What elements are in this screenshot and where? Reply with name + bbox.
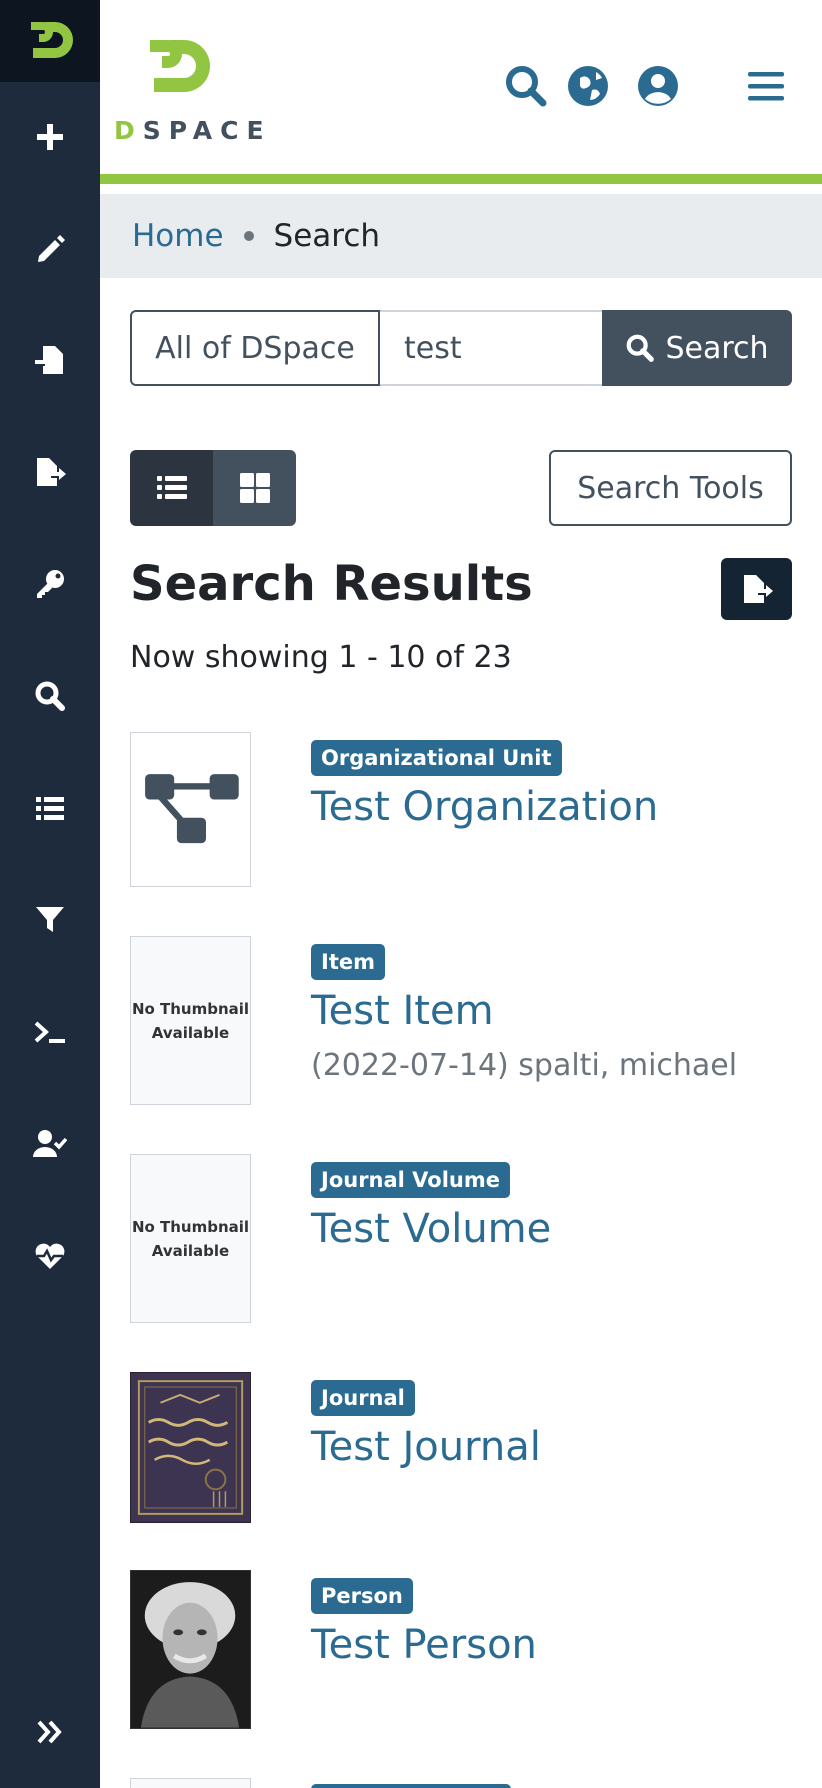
sidebar-workflow-button[interactable]: [0, 1104, 100, 1184]
result-thumbnail[interactable]: [130, 732, 251, 887]
no-thumbnail-text: No Thumbnail Available: [131, 1217, 250, 1260]
list-view-button[interactable]: [130, 450, 213, 526]
search-icon: [35, 681, 65, 711]
result-type-badge: Journal Volume: [311, 1162, 510, 1198]
export-results-button[interactable]: [721, 558, 792, 620]
result-item: Organizational Unit Test Organization: [130, 732, 792, 888]
search-tools-button[interactable]: Search Tools: [549, 450, 792, 526]
terminal-icon: [34, 1021, 65, 1043]
search-input[interactable]: [380, 310, 602, 386]
sidebar-add-button[interactable]: [0, 97, 100, 177]
heartbeat-icon: [35, 1243, 65, 1269]
user-check-icon: [33, 1130, 67, 1157]
sidebar-processes-button[interactable]: [0, 992, 100, 1072]
result-type-badge: [311, 1784, 511, 1788]
results-count: Now showing 1 - 10 of 23: [130, 640, 512, 675]
header-search-button[interactable]: [504, 64, 548, 108]
result-type-badge: Journal: [311, 1380, 415, 1416]
search-submit-button[interactable]: Search: [602, 310, 792, 386]
result-title-link[interactable]: Test Item: [311, 988, 494, 1034]
user-menu-button[interactable]: [636, 64, 680, 108]
sidebar-export-button[interactable]: [0, 432, 100, 512]
result-thumbnail[interactable]: [130, 1778, 251, 1788]
list-view-icon: [156, 476, 187, 499]
result-item: Journal Test Journal: [130, 1372, 792, 1524]
sidebar-expand-button[interactable]: [0, 1692, 100, 1772]
language-switch-button[interactable]: [566, 64, 610, 108]
user-circle-icon: [638, 66, 678, 106]
result-title-link[interactable]: Test Volume: [311, 1206, 551, 1252]
result-thumbnail[interactable]: [130, 1570, 251, 1729]
results-heading: Search Results: [130, 556, 533, 612]
breadcrumb-home-link[interactable]: Home: [132, 218, 224, 254]
main-menu-button[interactable]: [744, 64, 788, 108]
grid-view-button[interactable]: [213, 450, 296, 526]
site-header: DSPACE: [100, 0, 822, 184]
result-type-badge: Organizational Unit: [311, 740, 562, 776]
hamburger-menu-icon: [748, 72, 784, 101]
sidebar-curation-button[interactable]: [0, 880, 100, 960]
sidebar-edit-button[interactable]: [0, 209, 100, 289]
search-form: All of DSpace Search: [130, 310, 792, 386]
key-icon: [37, 570, 64, 598]
file-export-icon: [743, 575, 773, 603]
file-export-icon: [37, 458, 66, 486]
sidebar-registries-button[interactable]: [0, 768, 100, 848]
result-item: Person Test Person: [130, 1570, 792, 1730]
result-item: No Thumbnail Available Journal Volume Tes…: [130, 1154, 792, 1324]
search-icon: [506, 66, 547, 107]
sidebar-access-control-button[interactable]: [0, 544, 100, 624]
result-thumbnail[interactable]: [130, 1372, 251, 1523]
admin-sidebar: [0, 0, 100, 1788]
search-button-label: Search: [665, 330, 769, 366]
result-title-link[interactable]: Test Organization: [311, 784, 658, 830]
sidebar-search-button[interactable]: [0, 656, 100, 736]
result-meta: (2022-07-14) spalti, michael: [311, 1048, 738, 1083]
brand-wordmark: DSPACE: [114, 116, 272, 145]
no-thumbnail-text: No Thumbnail Available: [131, 999, 250, 1042]
result-item: No Thumbnail Available Item Test Item (20…: [130, 936, 792, 1106]
view-mode-switch: [130, 450, 296, 526]
pencil-icon: [38, 235, 65, 262]
result-type-badge: Item: [311, 944, 385, 980]
breadcrumb: Home Search: [100, 194, 822, 278]
search-scope-button[interactable]: All of DSpace: [130, 310, 380, 386]
file-import-icon: [35, 346, 63, 374]
result-title-link[interactable]: Test Journal: [311, 1424, 541, 1470]
globe-icon: [568, 66, 608, 106]
journal-cover-image: [131, 1373, 250, 1522]
person-portrait-image: [131, 1571, 250, 1728]
sidebar-health-button[interactable]: [0, 1216, 100, 1296]
list-icon: [36, 797, 64, 820]
org-unit-icon: [144, 773, 239, 843]
breadcrumb-separator: [243, 231, 254, 241]
plus-icon: [37, 124, 63, 150]
grid-view-icon: [239, 473, 270, 503]
search-icon: [627, 334, 655, 362]
sidebar-import-button[interactable]: [0, 320, 100, 400]
double-chevron-right-icon: [37, 1720, 62, 1744]
filter-icon: [36, 907, 64, 932]
dspace-logo-icon[interactable]: [0, 0, 100, 82]
result-thumbnail[interactable]: No Thumbnail Available: [130, 1154, 251, 1323]
result-item: [130, 1778, 792, 1788]
result-title-link[interactable]: Test Person: [311, 1622, 537, 1668]
result-type-badge: Person: [311, 1578, 413, 1614]
result-thumbnail[interactable]: No Thumbnail Available: [130, 936, 251, 1105]
breadcrumb-current: Search: [273, 218, 381, 254]
